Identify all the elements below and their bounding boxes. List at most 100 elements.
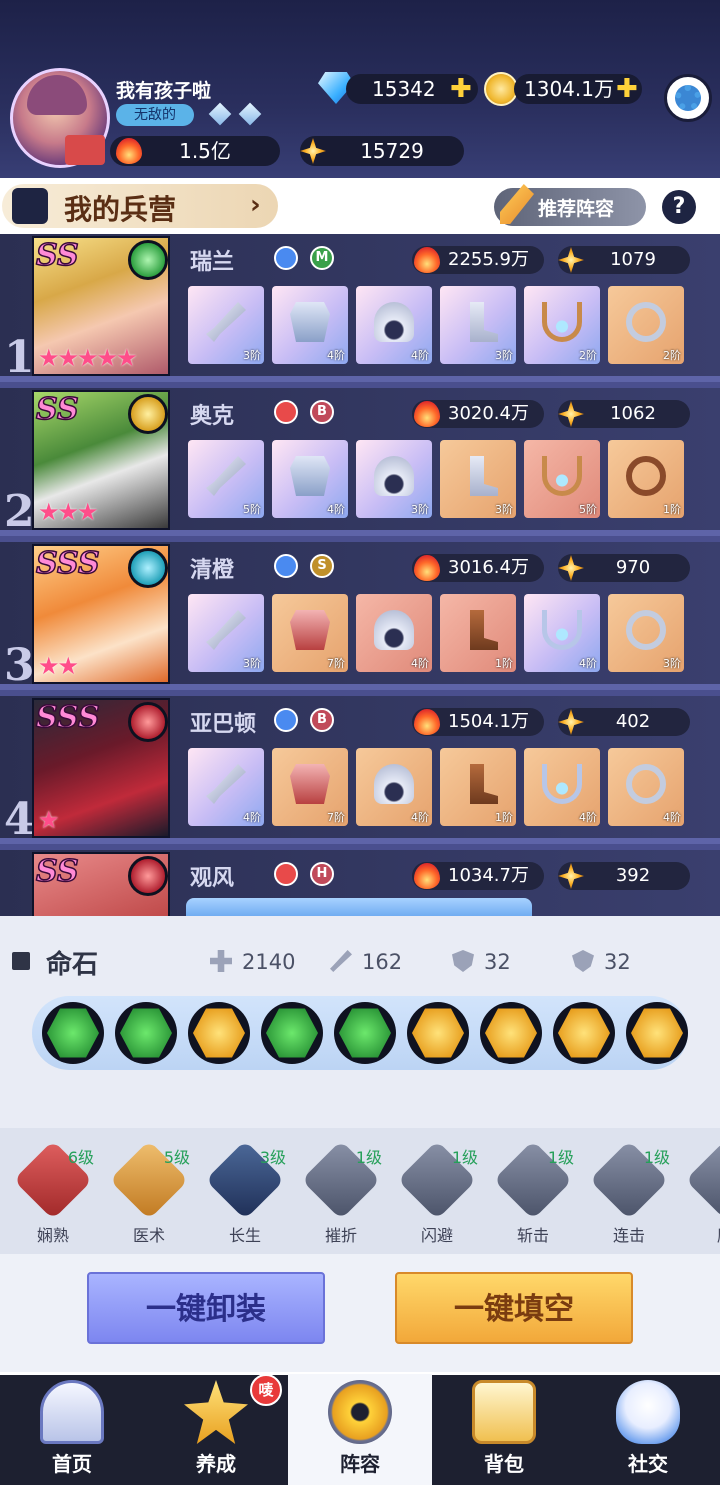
gem-icon (631, 1008, 683, 1058)
skill-item[interactable]: 1级 摧折 (296, 1140, 386, 1246)
auto-fill-button[interactable]: 一键填空 (395, 1272, 633, 1344)
equipment-slot[interactable]: 4阶 (524, 594, 600, 672)
add-diamond-button[interactable]: ✚ (450, 76, 472, 102)
equipment-slot[interactable]: 5阶 (524, 440, 600, 518)
equipment-slot[interactable]: 3阶 (440, 440, 516, 518)
add-gold-button[interactable]: ✚ (616, 76, 638, 102)
equipment-tier: 7阶 (327, 657, 345, 670)
hero-name: 瑞兰 (190, 249, 235, 275)
equipment-slot[interactable]: 2阶 (524, 286, 600, 364)
skill-item[interactable]: 3级长生 (200, 1140, 290, 1246)
hero-rank-number: 3 (4, 640, 35, 691)
hero-row[interactable]: 4 SSS ★ 亚巴顿 B 1504.1万 402 4阶 7阶 4阶 1阶 4阶 4阶 (0, 696, 720, 845)
hero-row[interactable]: 2 SS ★★★ 奥克 B 3020.4万 1062 5阶 4阶 3阶 3阶 5阶 1阶 (0, 388, 720, 537)
drawer-handle[interactable] (186, 898, 532, 918)
unequip-all-button[interactable]: 一键卸装 (87, 1272, 325, 1344)
skill-item[interactable]: 1级 斩击 (488, 1140, 578, 1246)
power-fire-icon (414, 401, 440, 427)
nav-social[interactable]: 社交 (576, 1374, 720, 1485)
class-letter-badge: B (310, 708, 334, 732)
fate-stone-gem[interactable] (407, 1002, 469, 1064)
skill-name: 摧折 (324, 1226, 357, 1245)
equipment-slot[interactable]: 3阶 (608, 594, 684, 672)
equipment-slot[interactable]: 4阶 (356, 748, 432, 826)
power-fire-icon (414, 863, 440, 889)
gem-icon (412, 1008, 464, 1058)
equipment-slot[interactable]: 4阶 (356, 286, 432, 364)
skill-level: 5级 (163, 1148, 190, 1167)
faction-icon (128, 702, 168, 742)
fate-stone-gem[interactable] (188, 1002, 250, 1064)
equipment-tier: 2阶 (579, 349, 597, 362)
equipment-slot[interactable]: 7阶 (272, 594, 348, 672)
skill-name: 长生 (228, 1226, 261, 1245)
equipment-slot[interactable]: 4阶 (608, 748, 684, 826)
star-rating-icon: ★ (38, 806, 59, 834)
fate-stone-gem[interactable] (480, 1002, 542, 1064)
fate-stone-gem[interactable] (42, 1002, 104, 1064)
hero-roster[interactable]: 1 SS ★★★★★ 瑞兰 M 2255.9万 1079 3阶 4阶 4阶 3阶 2阶 2阶 2 SS ★★★… (0, 234, 720, 916)
nav-lineup[interactable]: 阵容 (288, 1374, 432, 1485)
fate-stone-gem[interactable] (115, 1002, 177, 1064)
equipment-slot[interactable]: 1阶 (608, 440, 684, 518)
fate-stone-gem[interactable] (553, 1002, 615, 1064)
role-icon (274, 862, 298, 886)
hero-grade: SS (35, 853, 79, 890)
skill-item[interactable]: 1级 闪避 (392, 1140, 482, 1246)
equipment-slot[interactable]: 3阶 (188, 286, 264, 364)
equipment-slot[interactable]: 3阶 (188, 594, 264, 672)
equipment-slot[interactable]: 5阶 (188, 440, 264, 518)
equipment-tier: 4阶 (579, 811, 597, 824)
nav-label: 养成 (196, 1452, 236, 1476)
equipment-slot[interactable]: 4阶 (188, 748, 264, 826)
power-fire-icon (414, 247, 440, 273)
hero-row[interactable]: 3 SSS ★★ 清橙 S 3016.4万 970 3阶 7阶 4阶 1阶 4阶 3阶 (0, 542, 720, 691)
equipment-slot[interactable]: 7阶 (272, 748, 348, 826)
skill-item[interactable]: 6级 娴熟 (8, 1140, 98, 1246)
fate-stone-gem[interactable] (626, 1002, 688, 1064)
help-button[interactable]: ? (662, 190, 696, 224)
neck-icon (542, 610, 582, 650)
player-avatar[interactable] (10, 68, 110, 168)
skill-item[interactable]: 5级 医术 (104, 1140, 194, 1246)
nav-backpack[interactable]: 背包 (432, 1374, 576, 1485)
hero-row[interactable]: 1 SS ★★★★★ 瑞兰 M 2255.9万 1079 3阶 4阶 4阶 3阶 2阶 2阶 (0, 234, 720, 383)
fate-stone-gem[interactable] (334, 1002, 396, 1064)
hero-portrait[interactable]: SS ★★★ (32, 390, 170, 530)
equipment-slot[interactable]: 4阶 (272, 286, 348, 364)
equipment-slot[interactable]: 2阶 (608, 286, 684, 364)
equipment-slot[interactable]: 4阶 (356, 594, 432, 672)
shield-icon (452, 950, 474, 972)
equipment-tier: 4阶 (243, 811, 261, 824)
hero-name: 亚巴顿 (190, 711, 257, 737)
hero-portrait[interactable]: SSS ★ (32, 698, 170, 838)
hero-portrait[interactable]: SSS ★★ (32, 544, 170, 684)
gem-icon (47, 1008, 99, 1058)
neck-icon (542, 764, 582, 804)
equipment-slot[interactable]: 4阶 (272, 440, 348, 518)
hero-grade: SS (35, 237, 79, 274)
stat-attack-value: 162 (362, 950, 403, 974)
skill-icon (685, 1140, 720, 1220)
role-icon (274, 708, 298, 732)
weapon-icon (206, 764, 246, 804)
skill-item[interactable]: 魔 (680, 1140, 720, 1246)
equipment-slot[interactable]: 3阶 (356, 440, 432, 518)
equipment-slots: 3阶 4阶 4阶 3阶 2阶 2阶 (188, 286, 684, 364)
gem-icon (485, 1008, 537, 1058)
gem-icon (120, 1008, 172, 1058)
nav-home[interactable]: 首页 (0, 1374, 144, 1485)
equipment-slot[interactable]: 1阶 (440, 594, 516, 672)
skill-item[interactable]: 1级 连击 (584, 1140, 674, 1246)
equipment-slot[interactable]: 4阶 (524, 748, 600, 826)
skill-level: 3级 (259, 1148, 286, 1167)
equipment-slot[interactable]: 1阶 (440, 748, 516, 826)
hero-portrait[interactable]: SS (32, 852, 170, 916)
fate-stone-title: 命石 (46, 950, 99, 980)
equipment-tier: 7阶 (327, 811, 345, 824)
fate-stone-gem[interactable] (261, 1002, 323, 1064)
helm-icon (374, 764, 414, 804)
settings-gear-icon[interactable] (664, 74, 712, 122)
hero-portrait[interactable]: SS ★★★★★ (32, 236, 170, 376)
equipment-slot[interactable]: 3阶 (440, 286, 516, 364)
